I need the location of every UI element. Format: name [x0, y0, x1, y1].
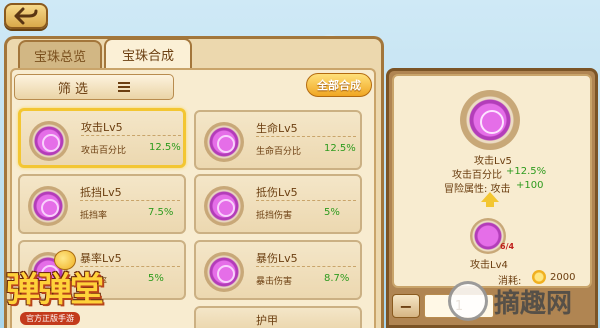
gem-card-crit-damage[interactable]: 暴伤Lv5 暴击伤害 8.7%	[194, 240, 362, 300]
tab-label: 宝珠总览	[33, 49, 86, 65]
tab-label: 宝珠合成	[121, 48, 174, 64]
source-gem-count: 6/4	[500, 242, 515, 251]
game-logo: 弹弹堂 官方正版手游	[2, 250, 132, 328]
divider	[81, 135, 181, 136]
divider	[80, 200, 180, 201]
target-gem-value: +12.5%	[506, 166, 547, 177]
divider	[256, 266, 356, 267]
gem-stat: 抵挡率	[80, 211, 108, 221]
filter-label: 筛 选	[57, 81, 89, 97]
list-icon	[118, 82, 131, 92]
back-arrow-icon	[14, 7, 38, 25]
gem-card-armor[interactable]: 护甲	[194, 306, 362, 328]
watermark-logo-icon	[448, 281, 488, 321]
target-gem-icon	[460, 90, 520, 150]
gem-value: 5%	[324, 207, 340, 218]
decrease-button[interactable]: −	[392, 294, 420, 318]
gem-stat: 攻击百分比	[81, 146, 127, 156]
gem-card-block-damage[interactable]: 抵伤Lv5 抵挡伤害 5%	[194, 174, 362, 234]
upgrade-arrow-stem	[486, 201, 494, 207]
source-gem-name: 攻击Lv4	[470, 260, 508, 271]
gem-name: 暴伤Lv5	[256, 252, 298, 265]
gem-name: 抵挡Lv5	[80, 186, 122, 199]
gem-value: 7.5%	[148, 207, 174, 218]
gem-stat: 暴击伤害	[256, 277, 293, 287]
gem-name: 生命Lv5	[256, 122, 298, 135]
gem-stat: 生命百分比	[256, 147, 302, 157]
logo-subtitle: 官方正版手游	[20, 312, 80, 325]
tab-gem-compose[interactable]: 宝珠合成	[104, 38, 192, 68]
watermark-text: 摘趣网	[494, 288, 573, 319]
target-gem-stat: 攻击百分比	[452, 170, 502, 181]
site-watermark: 摘趣网	[448, 276, 598, 326]
gem-card-block[interactable]: 抵挡Lv5 抵挡率 7.5%	[18, 174, 186, 234]
gem-value: 12.5%	[324, 143, 356, 154]
back-button[interactable]	[4, 3, 48, 29]
gem-name: 护甲	[256, 314, 278, 327]
adventure-attr-label: 冒险属性: 攻击	[444, 184, 511, 195]
gem-value: 8.7%	[324, 273, 350, 284]
hp-gem-icon	[204, 122, 244, 162]
gem-stat: 抵挡伤害	[256, 211, 293, 221]
divider	[256, 136, 356, 137]
filter-button[interactable]: 筛 选	[14, 74, 174, 100]
gem-name: 抵伤Lv5	[256, 186, 298, 199]
target-gem-name: 攻击Lv5	[474, 156, 512, 167]
gem-value: 12.5%	[149, 142, 181, 153]
tab-gem-overview[interactable]: 宝珠总览	[18, 40, 102, 68]
crit-damage-gem-icon	[204, 252, 244, 292]
gem-card-attack[interactable]: 攻击Lv5 攻击百分比 12.5%	[18, 108, 186, 168]
gem-name: 攻击Lv5	[81, 121, 123, 134]
attack-gem-icon	[29, 121, 69, 161]
gem-value: 5%	[148, 273, 164, 284]
logo-title: 弹弹堂	[6, 270, 104, 310]
divider	[256, 200, 356, 201]
adventure-attr-value: +100	[516, 180, 544, 191]
gem-card-hp[interactable]: 生命Lv5 生命百分比 12.5%	[194, 110, 362, 170]
block-damage-gem-icon	[204, 186, 244, 226]
block-gem-icon	[28, 186, 68, 226]
compose-all-button[interactable]: 全部合成	[306, 73, 372, 97]
